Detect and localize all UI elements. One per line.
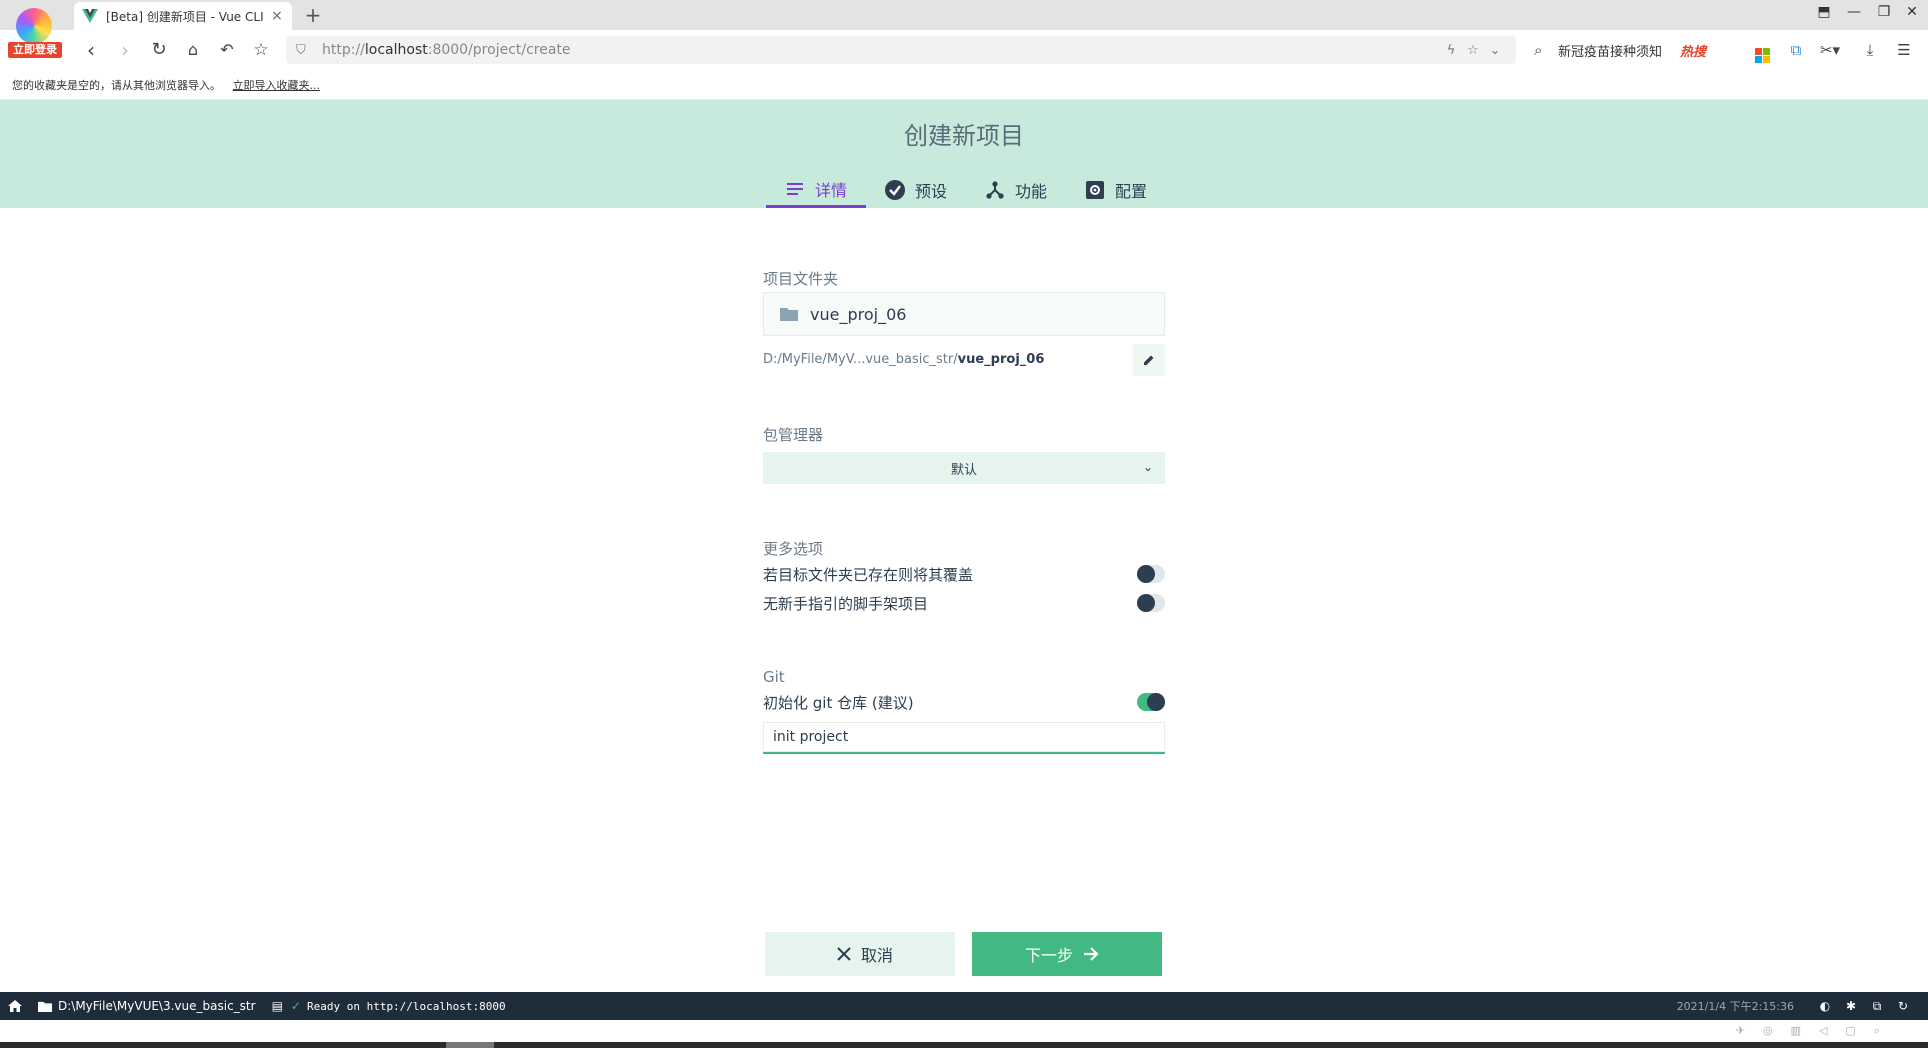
- menu-icon[interactable]: ☰: [1892, 38, 1916, 62]
- search-box[interactable]: ⌕ 新冠疫苗接种须知 热搜: [1534, 36, 1744, 64]
- refresh-icon[interactable]: ↻: [1890, 999, 1916, 1013]
- folder-label: 项目文件夹: [763, 270, 839, 288]
- git-label: Git: [763, 668, 785, 686]
- status-bar: D:\MyFile\MyVUE\3.vue_basic_str ▤ ✓ Read…: [0, 992, 1928, 1020]
- apps-grid-icon[interactable]: [1750, 38, 1774, 63]
- settings-box-icon: [1085, 180, 1105, 200]
- console-log-status[interactable]: ▤ ✓ Ready on http://localhost:8000: [272, 999, 506, 1013]
- check-circle-icon: [884, 180, 905, 200]
- download-icon[interactable]: ⤓: [1858, 38, 1882, 62]
- browser-tab-bar: [Beta] 创建新项目 - Vue CLI × + ⬒ — ❐ ✕: [0, 0, 1928, 30]
- tab-presets[interactable]: 预设: [866, 172, 966, 208]
- folder-value: vue_proj_06: [810, 304, 907, 324]
- bookmarks-bar: 您的收藏夹是空的，请从其他浏览器导入。 立即导入收藏夹...: [0, 70, 1928, 100]
- overwrite-toggle[interactable]: [1137, 565, 1165, 583]
- close-icon: [837, 947, 851, 961]
- tab-title: [Beta] 创建新项目 - Vue CLI: [106, 9, 264, 24]
- status-bar-right: 2021/1/4 下午2:15:36 ◐ ✱ ⧉ ↻: [1677, 992, 1916, 1020]
- login-badge[interactable]: 立即登录: [8, 42, 62, 58]
- project-folder-input[interactable]: vue_proj_06: [763, 292, 1165, 336]
- tab-details[interactable]: 详情: [766, 172, 866, 208]
- hot-search-badge[interactable]: 热搜: [1680, 41, 1706, 60]
- search-suggestion[interactable]: 新冠疫苗接种须知: [1558, 41, 1662, 60]
- next-button[interactable]: 下一步: [972, 932, 1162, 976]
- back-icon[interactable]: ‹: [78, 37, 104, 63]
- project-path: D:/MyFile/MyV...vue_basic_str/vue_proj_0…: [763, 352, 1045, 367]
- bookmarks-empty-text: 您的收藏夹是空的，请从其他浏览器导入。: [12, 79, 221, 92]
- status-time: 2021/1/4 下午2:15:36: [1676, 1000, 1794, 1013]
- git-init-option[interactable]: 初始化 git 仓库 (建议): [763, 690, 1165, 714]
- app-header: 创建新项目 详情 预设 功能 配置: [0, 100, 1928, 208]
- chevron-down-icon: ⌄: [1142, 460, 1153, 474]
- details-icon: [785, 179, 805, 199]
- fork-icon: [985, 180, 1005, 200]
- git-init-label: 初始化 git 仓库 (建议): [763, 693, 914, 712]
- overwrite-option-label: 若目标文件夹已存在则将其覆盖: [763, 565, 974, 584]
- browser-toolbar: ‹ › ↻ ⌂ ↶ ☆ ⛉ http://localhost:8000/proj…: [0, 30, 1928, 70]
- project-folder-status[interactable]: D:\MyFile\MyVUE\3.vue_basic_str: [38, 999, 256, 1013]
- page-title: 创建新项目: [904, 122, 1024, 150]
- arrow-right-icon: [1083, 947, 1099, 961]
- forward-icon[interactable]: ›: [112, 37, 138, 63]
- check-icon: ✓: [290, 999, 301, 1013]
- package-manager-label: 包管理器: [763, 426, 824, 444]
- minimize-icon[interactable]: —: [1842, 4, 1866, 20]
- horizontal-scrollbar[interactable]: [0, 1042, 1928, 1048]
- more-options-label: 更多选项: [763, 540, 824, 558]
- browser-bottom-strip: ✈◎▥◁▢⌕: [0, 1020, 1928, 1042]
- edit-path-button[interactable]: [1133, 344, 1165, 376]
- package-manager-select[interactable]: 默认 ⌄: [763, 452, 1165, 484]
- pencil-icon: [1144, 355, 1154, 365]
- favorite-star-icon[interactable]: ☆: [1462, 43, 1484, 58]
- overwrite-option[interactable]: 若目标文件夹已存在则将其覆盖: [763, 562, 1165, 586]
- browser-logo[interactable]: 立即登录: [8, 4, 62, 58]
- import-bookmarks-link[interactable]: 立即导入收藏夹...: [233, 79, 321, 92]
- bottom-tool-icons[interactable]: ✈◎▥◁▢⌕: [1736, 1024, 1898, 1038]
- home-icon[interactable]: [8, 1000, 22, 1012]
- tab-close-icon[interactable]: ×: [270, 8, 284, 24]
- url-text[interactable]: http://localhost:8000/project/create: [322, 42, 1440, 58]
- tab-config[interactable]: 配置: [1066, 172, 1166, 208]
- dark-mode-icon[interactable]: ◐: [1812, 999, 1838, 1013]
- package-manager-value: 默认: [950, 462, 977, 478]
- scissors-icon[interactable]: ✂▾: [1818, 38, 1842, 62]
- browser-tab[interactable]: [Beta] 创建新项目 - Vue CLI ×: [74, 2, 292, 30]
- scrollbar-thumb[interactable]: [446, 1042, 494, 1048]
- cancel-button[interactable]: 取消: [765, 932, 955, 976]
- console-icon: ▤: [271, 999, 283, 1013]
- commit-message-input[interactable]: [763, 722, 1165, 754]
- undo-close-icon[interactable]: ↶: [214, 37, 240, 63]
- shield-icon: ⛉: [296, 42, 306, 58]
- search-icon: ⌕: [1534, 41, 1543, 59]
- bookmark-star-icon[interactable]: ☆: [248, 37, 274, 63]
- close-window-icon[interactable]: ✕: [1900, 4, 1924, 20]
- step-tabs: 详情 预设 功能 配置: [766, 172, 1166, 208]
- tshirt-skin-icon[interactable]: ⬒: [1812, 4, 1836, 20]
- bare-option-label: 无新手指引的脚手架项目: [763, 594, 929, 613]
- folder-icon: [780, 308, 798, 321]
- bug-icon[interactable]: ✱: [1838, 999, 1864, 1013]
- lightning-icon[interactable]: ϟ: [1440, 43, 1462, 58]
- reload-icon[interactable]: ↻: [146, 37, 172, 63]
- chevron-down-icon[interactable]: ⌄: [1484, 43, 1506, 58]
- language-icon[interactable]: ⧉: [1864, 999, 1890, 1014]
- bare-toggle[interactable]: [1137, 594, 1165, 612]
- translate-icon[interactable]: ⧉: [1784, 38, 1808, 62]
- vue-logo-icon: [82, 9, 98, 23]
- restore-icon[interactable]: ❐: [1872, 4, 1896, 20]
- git-init-toggle[interactable]: [1137, 693, 1165, 711]
- bare-option[interactable]: 无新手指引的脚手架项目: [763, 591, 1165, 615]
- address-bar[interactable]: ⛉ http://localhost:8000/project/create ϟ…: [286, 36, 1516, 64]
- tab-features[interactable]: 功能: [966, 172, 1066, 208]
- folder-icon: [38, 1001, 52, 1012]
- browser-logo-icon: [16, 8, 52, 44]
- home-icon[interactable]: ⌂: [180, 37, 206, 63]
- new-tab-icon[interactable]: +: [302, 3, 324, 27]
